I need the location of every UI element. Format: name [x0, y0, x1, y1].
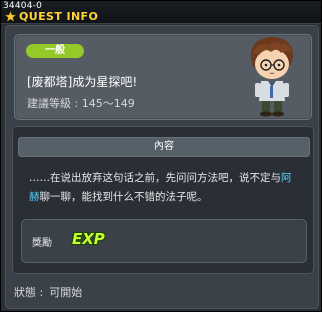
- quest-body: 一般 [废都塔]成为星探吧! 建議等級 : 145～149 內容 ……在说出放弃…: [5, 25, 319, 309]
- reward-label: 獎勵: [32, 238, 52, 249]
- level-value: 145～149: [81, 97, 135, 110]
- title-bar[interactable]: 34404-0 QUEST INFO: [1, 1, 321, 24]
- quest-summary-panel: 一般 [废都塔]成为星探吧! 建議等級 : 145～149: [14, 34, 312, 120]
- description-text-start: ……在说出放弃这句话之前，先问问方法吧，说不定与: [29, 172, 281, 184]
- npc-portrait-icon: [250, 37, 293, 117]
- quest-name: [废都塔]成为星探吧!: [27, 75, 138, 89]
- window-title: QUEST INFO: [19, 10, 99, 23]
- status-label: 狀態 :: [14, 286, 44, 299]
- category-badge: 一般: [26, 44, 84, 58]
- content-header: 內容: [18, 137, 310, 157]
- quest-content-panel: 內容 ……在说出放弃这句话之前，先问问方法吧，说不定与阿赫聊一聊，能找到什么不错…: [12, 126, 314, 274]
- status-value: 可開始: [49, 286, 83, 299]
- recommended-level: 建議等級 : 145～149: [27, 95, 135, 111]
- star-icon: [5, 11, 16, 22]
- level-label: 建議等級 :: [27, 97, 82, 110]
- reward-box: 獎勵 EXP: [21, 219, 307, 263]
- status-row: 狀態 : 可開始: [14, 284, 82, 300]
- exp-icon[interactable]: EXP: [72, 230, 105, 248]
- quest-info-window: 34404-0 QUEST INFO 一般 [废都塔]成为星探吧! 建議等級 :…: [0, 0, 322, 312]
- quest-description: ……在说出放弃这句话之前，先问问方法吧，说不定与阿赫聊一聊，能找到什么不错的法子…: [29, 169, 301, 207]
- description-text-end: 聊一聊，能找到什么不错的法子呢。: [39, 191, 208, 203]
